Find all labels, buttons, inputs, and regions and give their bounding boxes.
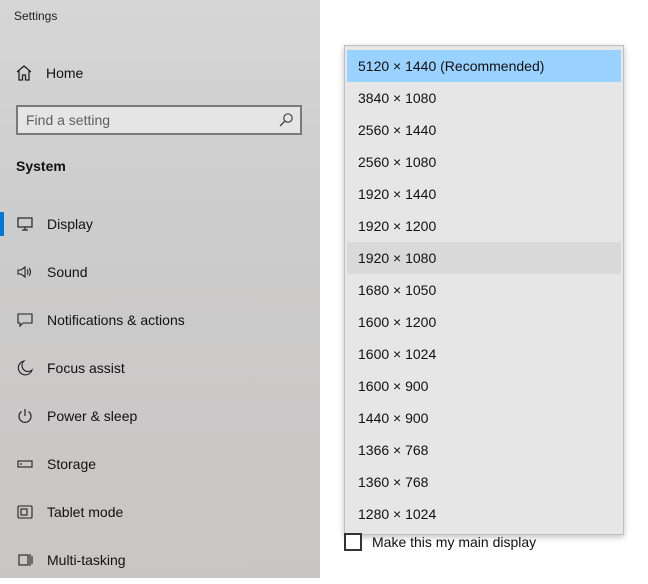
display-icon [15, 214, 35, 234]
nav-item-label: Sound [47, 264, 88, 280]
resolution-option[interactable]: 1280 × 1024 [347, 498, 621, 530]
nav-item-storage[interactable]: Storage [0, 440, 320, 488]
nav-item-power-sleep[interactable]: Power & sleep [0, 392, 320, 440]
nav-home[interactable]: Home [14, 62, 83, 84]
resolution-option[interactable]: 1920 × 1080 [347, 242, 621, 274]
main-display-label: Make this my main display [372, 534, 537, 550]
search-input[interactable] [26, 111, 266, 129]
speaker-icon [15, 262, 35, 282]
nav-home-label: Home [46, 65, 84, 81]
resolution-option[interactable]: 1600 × 1024 [347, 338, 621, 370]
resolution-option[interactable]: 1440 × 900 [347, 402, 621, 434]
nav-item-multitasking[interactable]: Multi-tasking [0, 536, 320, 584]
resolution-option[interactable]: 1360 × 768 [347, 466, 621, 498]
resolution-option[interactable]: 1366 × 768 [347, 434, 621, 466]
app-title: Settings [14, 9, 58, 23]
power-icon [15, 406, 35, 426]
resolution-option[interactable]: 1680 × 1050 [347, 274, 621, 306]
resolution-option[interactable]: 2560 × 1080 [347, 146, 621, 178]
nav-item-label: Storage [47, 456, 97, 472]
nav-item-label: Tablet mode [47, 504, 124, 520]
nav-item-display[interactable]: Display [0, 200, 320, 248]
nav-list: Display Sound Notifications & actions Fo… [0, 200, 320, 584]
moon-icon [15, 358, 35, 378]
nav-item-sound[interactable]: Sound [0, 248, 320, 296]
storage-icon [15, 454, 35, 474]
resolution-option[interactable]: 1920 × 1200 [347, 210, 621, 242]
notification-icon [15, 310, 35, 330]
nav-item-label: Notifications & actions [47, 312, 185, 328]
resolution-dropdown-list[interactable]: 5120 × 1440 (Recommended) 3840 × 1080 25… [344, 45, 624, 535]
home-icon [14, 63, 34, 83]
resolution-option[interactable]: 2560 × 1440 [347, 114, 621, 146]
main-display-checkbox[interactable] [344, 533, 362, 551]
nav-item-label: Focus assist [47, 360, 125, 376]
tablet-icon [15, 502, 35, 522]
nav-item-notifications[interactable]: Notifications & actions [0, 296, 320, 344]
sidebar: Settings Home System Display Sound [0, 0, 320, 578]
search-box[interactable] [16, 105, 302, 135]
search-icon[interactable] [278, 112, 294, 128]
resolution-option[interactable]: 5120 × 1440 (Recommended) [347, 50, 621, 82]
resolution-option[interactable]: 1600 × 1200 [347, 306, 621, 338]
nav-item-focus-assist[interactable]: Focus assist [0, 344, 320, 392]
resolution-option[interactable]: 1600 × 900 [347, 370, 621, 402]
nav-item-label: Power & sleep [47, 408, 138, 424]
multitasking-icon [15, 550, 35, 570]
nav-item-label: Display [47, 216, 93, 232]
main-display-option[interactable]: Make this my main display [344, 533, 536, 551]
nav-item-label: Multi-tasking [47, 552, 126, 568]
nav-item-tablet-mode[interactable]: Tablet mode [0, 488, 320, 536]
resolution-option[interactable]: 1920 × 1440 [347, 178, 621, 210]
section-label: System [16, 158, 66, 174]
resolution-option[interactable]: 3840 × 1080 [347, 82, 621, 114]
